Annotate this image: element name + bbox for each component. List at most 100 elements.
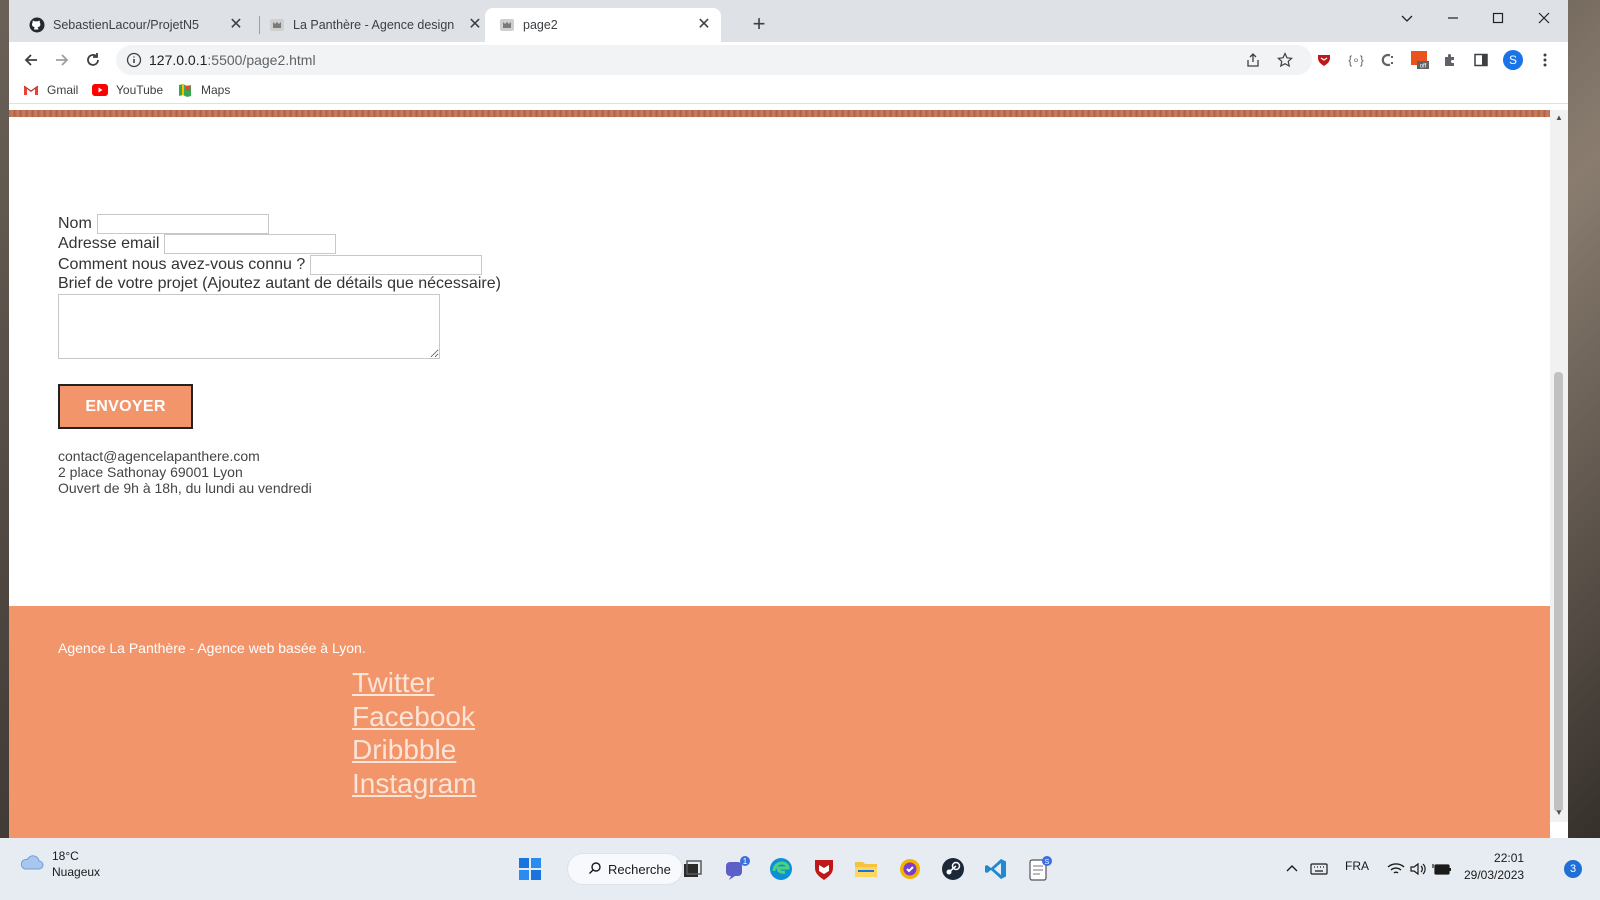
url-path: :5500/page2.html bbox=[207, 52, 316, 68]
tab-label: La Panthère - Agence design bbox=[293, 18, 455, 32]
file-explorer-icon[interactable] bbox=[852, 855, 880, 883]
brief-textarea[interactable] bbox=[58, 294, 440, 359]
panther-icon bbox=[269, 17, 285, 33]
tab-label: SebastienLacour/ProjetN5 bbox=[53, 18, 199, 32]
side-panel-icon[interactable] bbox=[1471, 50, 1491, 70]
chat-badge: 1 bbox=[743, 857, 748, 866]
windows-start-icon[interactable] bbox=[516, 855, 544, 883]
close-tab-icon[interactable]: ✕ bbox=[466, 16, 484, 34]
bookmarks-bar: Gmail YouTube Maps bbox=[9, 78, 1568, 104]
tab-panthere[interactable]: La Panthère - Agence design ✕ bbox=[255, 8, 492, 42]
weather-widget[interactable]: 18°C Nuageux bbox=[18, 848, 100, 880]
bookmark-maps[interactable]: Maps bbox=[177, 82, 230, 98]
profile-avatar[interactable]: S bbox=[1503, 50, 1523, 70]
contact-info: contact@agencelapanthere.com 2 place Sat… bbox=[58, 448, 312, 496]
browser-toolbar: 127.0.0.1:5500/page2.html {∘} off S bbox=[9, 42, 1568, 78]
weather-condition: Nuageux bbox=[52, 865, 101, 879]
forward-arrow-icon[interactable] bbox=[50, 48, 74, 72]
battery-icon[interactable] bbox=[1428, 855, 1456, 883]
gmail-icon bbox=[23, 82, 39, 98]
tab-search-icon[interactable] bbox=[1384, 4, 1430, 32]
share-icon[interactable] bbox=[1244, 51, 1262, 69]
language-indicator[interactable]: FRA bbox=[1345, 859, 1369, 873]
footer-tagline: Agence La Panthère - Agence web basée à … bbox=[58, 640, 366, 656]
twitter-link[interactable]: Twitter bbox=[352, 666, 477, 700]
social-links: Twitter Facebook Dribbble Instagram bbox=[352, 666, 477, 800]
dribbble-link[interactable]: Dribbble bbox=[352, 733, 477, 767]
search-label: Recherche bbox=[608, 861, 671, 877]
notepad-icon[interactable]: S bbox=[1026, 855, 1054, 883]
back-arrow-icon[interactable] bbox=[19, 48, 43, 72]
bookmark-label: YouTube bbox=[116, 83, 164, 97]
json-extension-icon[interactable]: {∘} bbox=[1346, 50, 1366, 70]
bookmark-label: Maps bbox=[201, 83, 231, 97]
source-row: Comment nous avez-vous connu ? bbox=[58, 255, 483, 275]
norton-icon[interactable] bbox=[896, 855, 924, 883]
tab-page2[interactable]: page2 ✕ bbox=[485, 8, 721, 42]
email-label: Adresse email bbox=[58, 235, 160, 252]
edge-icon[interactable] bbox=[767, 855, 795, 883]
email-row: Adresse email bbox=[58, 234, 337, 254]
tab-github[interactable]: SebastienLacour/ProjetN5 ✕ bbox=[15, 8, 253, 42]
new-tab-button[interactable]: + bbox=[748, 13, 770, 36]
contact-address: 2 place Sathonay 69001 Lyon bbox=[58, 464, 243, 480]
more-menu-icon[interactable] bbox=[1535, 50, 1555, 70]
url-text: 127.0.0.1:5500/page2.html bbox=[149, 52, 316, 68]
url-host: 127.0.0.1 bbox=[149, 52, 208, 68]
header-banner-edge bbox=[9, 110, 1550, 117]
clock-date: 29/03/2023 bbox=[1464, 868, 1525, 882]
email-input[interactable] bbox=[164, 234, 337, 254]
notification-badge[interactable]: 3 bbox=[1564, 860, 1582, 878]
off-extension-icon[interactable]: off bbox=[1410, 50, 1430, 70]
bookmark-youtube[interactable]: YouTube bbox=[92, 82, 163, 98]
bookmark-gmail[interactable]: Gmail bbox=[23, 82, 78, 98]
search-icon bbox=[588, 861, 602, 878]
keyboard-icon[interactable] bbox=[1305, 855, 1333, 883]
source-input[interactable] bbox=[310, 255, 483, 275]
instagram-link[interactable]: Instagram bbox=[352, 767, 477, 801]
extensions-puzzle-icon[interactable] bbox=[1440, 50, 1460, 70]
steam-icon[interactable] bbox=[939, 855, 967, 883]
minimize-button[interactable] bbox=[1430, 4, 1476, 32]
scroll-down-icon[interactable]: ▼ bbox=[1554, 808, 1564, 818]
nom-label: Nom bbox=[58, 215, 92, 232]
tab-label: page2 bbox=[523, 18, 558, 32]
taskbar-search[interactable]: Recherche bbox=[567, 853, 683, 885]
browser-window: SebastienLacour/ProjetN5 ✕ La Panthère -… bbox=[9, 0, 1568, 838]
address-bar[interactable]: 127.0.0.1:5500/page2.html bbox=[116, 45, 1312, 75]
vscode-icon[interactable] bbox=[982, 855, 1010, 883]
submit-button[interactable]: ENVOYER bbox=[58, 384, 193, 429]
nom-input[interactable] bbox=[96, 214, 269, 234]
youtube-icon bbox=[92, 82, 108, 98]
panther-icon bbox=[499, 17, 515, 33]
task-view-icon[interactable] bbox=[678, 855, 706, 883]
taskbar: 18°C Nuageux Recherche 1 S FRA 22:01 29/… bbox=[0, 838, 1600, 900]
facebook-link[interactable]: Facebook bbox=[352, 700, 477, 734]
system-clock[interactable]: 22:01 29/03/2023 bbox=[1464, 850, 1525, 884]
bookmark-star-icon[interactable] bbox=[1276, 51, 1294, 69]
maximize-button[interactable] bbox=[1475, 4, 1521, 32]
page-viewport: Nom Adresse email Comment nous avez-vous… bbox=[9, 110, 1550, 838]
weather-temperature: 18°C bbox=[52, 849, 79, 863]
teams-chat-icon[interactable]: 1 bbox=[723, 855, 751, 883]
close-window-button[interactable] bbox=[1521, 4, 1567, 32]
reload-icon[interactable] bbox=[81, 48, 105, 72]
clock-time: 22:01 bbox=[1494, 851, 1525, 865]
close-tab-icon[interactable]: ✕ bbox=[695, 16, 713, 34]
chevron-up-icon[interactable] bbox=[1278, 855, 1306, 883]
colorzilla-extension-icon[interactable] bbox=[1377, 50, 1397, 70]
bookmark-label: Gmail bbox=[47, 83, 79, 97]
page-scrollbar[interactable]: ▲ ▼ bbox=[1550, 110, 1568, 822]
scrollbar-thumb[interactable] bbox=[1554, 372, 1563, 812]
contact-hours: Ouvert de 9h à 18h, du lundi au vendredi bbox=[58, 480, 312, 496]
mcafee-extension-icon[interactable] bbox=[1314, 50, 1334, 70]
nom-row: Nom bbox=[58, 214, 269, 234]
notepad-badge: S bbox=[1045, 859, 1050, 866]
mcafee-icon[interactable] bbox=[810, 855, 838, 883]
brief-label: Brief de votre projet (Ajoutez autant de… bbox=[58, 275, 501, 292]
github-icon bbox=[29, 17, 45, 33]
scroll-up-icon[interactable]: ▲ bbox=[1554, 113, 1564, 123]
site-info-icon[interactable] bbox=[126, 52, 142, 68]
close-tab-icon[interactable]: ✕ bbox=[227, 16, 245, 34]
contact-email: contact@agencelapanthere.com bbox=[58, 448, 260, 464]
